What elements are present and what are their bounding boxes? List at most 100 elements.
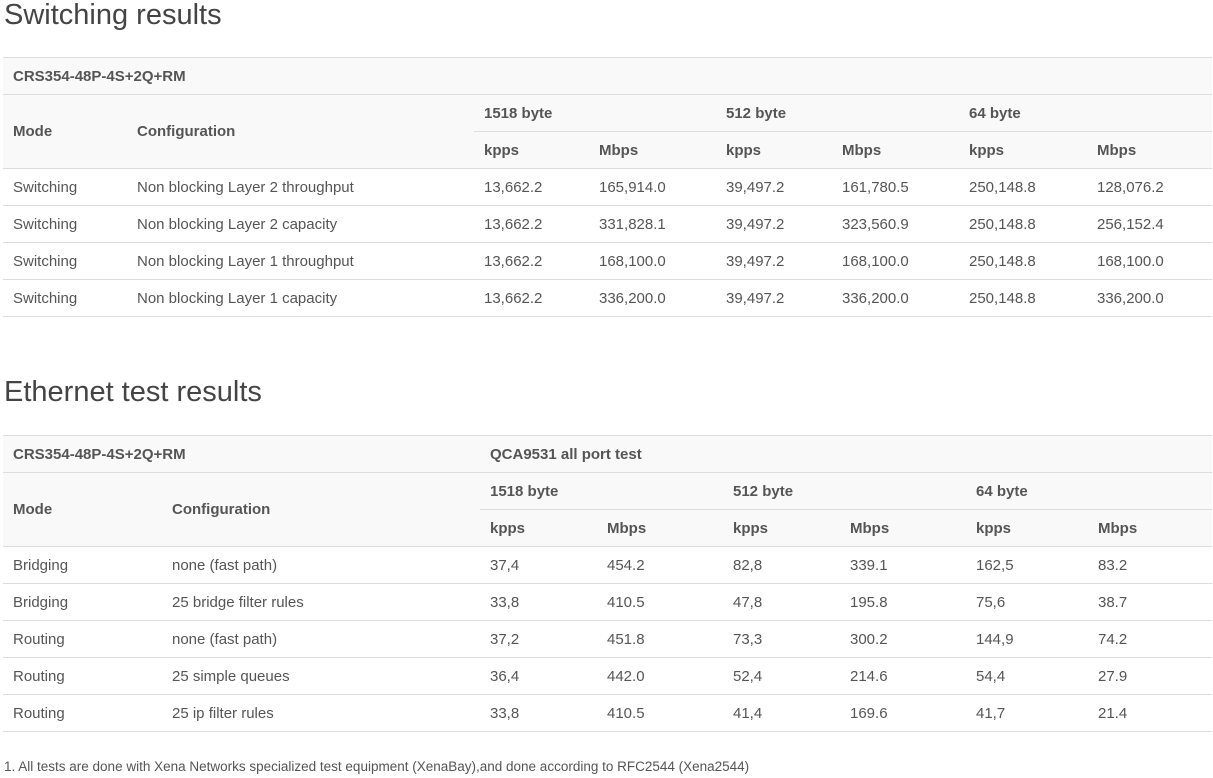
footnote: 1. All tests are done with Xena Networks… [4, 759, 750, 774]
mode-cell: Bridging [3, 583, 162, 621]
value-cell: 410.5 [597, 694, 723, 732]
switching-table-body: Switching Non blocking Layer 2 throughput… [3, 168, 1213, 317]
table-row: Switching Non blocking Layer 2 capacity 13… [3, 205, 1213, 243]
value-cell: 39,497.2 [716, 242, 832, 280]
mode-cell: Switching [3, 279, 127, 317]
table-group-row: Mode Configuration 1518 byte 512 byte 64… [3, 472, 1212, 547]
mode-header: Mode [3, 472, 162, 547]
value-cell: 74.2 [1088, 620, 1212, 658]
configuration-cell: Non blocking Layer 2 capacity [127, 205, 474, 243]
value-cell: 451.8 [597, 620, 723, 658]
value-cell: 38.7 [1088, 583, 1212, 621]
unit-header: Mbps [1088, 509, 1212, 547]
mode-cell: Routing [3, 694, 162, 732]
value-cell: 144,9 [966, 620, 1088, 658]
switching-results-table: CRS354-48P-4S+2Q+RM Mode Configuration 1… [3, 57, 1213, 317]
unit-header: Mbps [589, 131, 716, 169]
value-cell: 250,148.8 [959, 242, 1087, 280]
value-cell: 323,560.9 [832, 205, 959, 243]
table-model-row: CRS354-48P-4S+2Q+RM QCA9531 all port tes… [3, 435, 1212, 473]
value-cell: 41,4 [723, 694, 840, 732]
configuration-cell: Non blocking Layer 2 throughput [127, 168, 474, 206]
value-cell: 73,3 [723, 620, 840, 658]
value-cell: 47,8 [723, 583, 840, 621]
value-cell: 13,662.2 [474, 168, 589, 206]
value-cell: 21.4 [1088, 694, 1212, 732]
model-header: CRS354-48P-4S+2Q+RM [3, 57, 1213, 95]
table-row: Switching Non blocking Layer 1 throughput… [3, 242, 1213, 280]
mode-cell: Routing [3, 620, 162, 658]
value-cell: 454.2 [597, 546, 723, 584]
mode-cell: Switching [3, 205, 127, 243]
value-cell: 37,4 [480, 546, 597, 584]
value-cell: 36,4 [480, 657, 597, 695]
configuration-header: Configuration [162, 472, 480, 547]
unit-header: Mbps [597, 509, 723, 547]
table-row: Switching Non blocking Layer 1 capacity 13… [3, 279, 1213, 317]
value-cell: 169.6 [840, 694, 966, 732]
value-cell: 162,5 [966, 546, 1088, 584]
packet-size-header: 64 byte [959, 94, 1213, 132]
value-cell: 13,662.2 [474, 205, 589, 243]
value-cell: 195.8 [840, 583, 966, 621]
value-cell: 256,152.4 [1087, 205, 1213, 243]
unit-header: Mbps [840, 509, 966, 547]
value-cell: 168,100.0 [832, 242, 959, 280]
value-cell: 339.1 [840, 546, 966, 584]
value-cell: 214.6 [840, 657, 966, 695]
model-header: CRS354-48P-4S+2Q+RM [3, 435, 480, 473]
value-cell: 250,148.8 [959, 205, 1087, 243]
configuration-cell: 25 ip filter rules [162, 694, 480, 732]
switching-results-title: Switching results [4, 0, 222, 31]
mode-cell: Switching [3, 168, 127, 206]
unit-header: Mbps [832, 131, 959, 169]
value-cell: 83.2 [1088, 546, 1212, 584]
value-cell: 250,148.8 [959, 168, 1087, 206]
unit-header: kpps [716, 131, 832, 169]
value-cell: 410.5 [597, 583, 723, 621]
configuration-cell: Non blocking Layer 1 capacity [127, 279, 474, 317]
test-name-header: QCA9531 all port test [480, 435, 1212, 473]
table-row: Routing none (fast path) 37,2 451.8 73,3 300.… [3, 620, 1212, 658]
value-cell: 336,200.0 [1087, 279, 1213, 317]
value-cell: 300.2 [840, 620, 966, 658]
mode-cell: Routing [3, 657, 162, 695]
value-cell: 41,7 [966, 694, 1088, 732]
value-cell: 33,8 [480, 583, 597, 621]
value-cell: 168,100.0 [1087, 242, 1213, 280]
mode-cell: Bridging [3, 546, 162, 584]
value-cell: 39,497.2 [716, 279, 832, 317]
table-row: Routing 25 ip filter rules 33,8 410.5 41,4 16… [3, 694, 1212, 732]
unit-header: kpps [723, 509, 840, 547]
configuration-header: Configuration [127, 94, 474, 169]
value-cell: 27.9 [1088, 657, 1212, 695]
value-cell: 52,4 [723, 657, 840, 695]
packet-size-header: 64 byte [966, 472, 1212, 510]
value-cell: 13,662.2 [474, 279, 589, 317]
value-cell: 161,780.5 [832, 168, 959, 206]
configuration-cell: 25 bridge filter rules [162, 583, 480, 621]
mode-cell: Switching [3, 242, 127, 280]
unit-header: kpps [480, 509, 597, 547]
table-row: Switching Non blocking Layer 2 throughput… [3, 168, 1213, 206]
value-cell: 128,076.2 [1087, 168, 1213, 206]
value-cell: 168,100.0 [589, 242, 716, 280]
table-row: Routing 25 simple queues 36,4 442.0 52,4 214.… [3, 657, 1212, 695]
value-cell: 13,662.2 [474, 242, 589, 280]
configuration-cell: none (fast path) [162, 620, 480, 658]
value-cell: 54,4 [966, 657, 1088, 695]
value-cell: 82,8 [723, 546, 840, 584]
value-cell: 336,200.0 [589, 279, 716, 317]
unit-header: kpps [474, 131, 589, 169]
value-cell: 33,8 [480, 694, 597, 732]
table-model-row: CRS354-48P-4S+2Q+RM [3, 57, 1213, 95]
value-cell: 165,914.0 [589, 168, 716, 206]
table-row: Bridging none (fast path) 37,4 454.2 82,8 339… [3, 546, 1212, 584]
configuration-cell: Non blocking Layer 1 throughput [127, 242, 474, 280]
value-cell: 39,497.2 [716, 205, 832, 243]
ethernet-results-table: CRS354-48P-4S+2Q+RM QCA9531 all port tes… [3, 435, 1212, 732]
mode-header: Mode [3, 94, 127, 169]
value-cell: 442.0 [597, 657, 723, 695]
unit-header: kpps [966, 509, 1088, 547]
value-cell: 37,2 [480, 620, 597, 658]
